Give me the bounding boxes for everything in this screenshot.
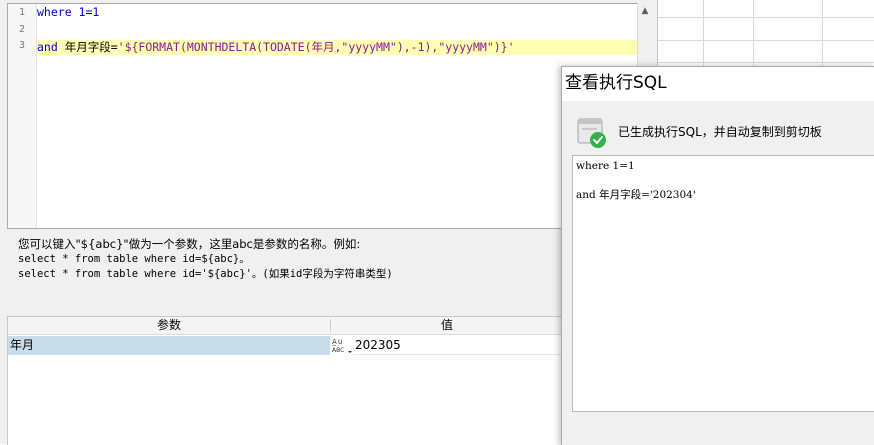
svg-text:A̲: A̲ [332,338,337,346]
code-line-3[interactable]: and 年月字段='${FORMAT(MONTHDELTA(TODATE(年月,… [37,40,515,55]
line-number-gutter: 1 2 3 [8,4,37,228]
scroll-up-arrow-icon[interactable]: ▲ [640,6,650,16]
code-string: '${FORMAT(MONTHDELTA(TODATE(年月,"yyyyMM")… [117,40,515,54]
sql-line: where 1=1 [576,160,635,172]
view-sql-dialog: 查看执行SQL 已生成执行SQL，并自动复制到剪切板 where 1=1 and… [561,66,874,445]
executed-sql-text[interactable]: where 1=1 and 年月字段='202304' [572,155,874,412]
param-value-cell[interactable]: 202305 [353,336,563,355]
parameter-hint: 您可以键入"${abc}"做为一个参数，这里abc是参数的名称。例如: sele… [18,237,578,282]
code-text: 年月字段= [57,40,118,54]
hint-example-line: select * from table where id='${abc}'。(如… [18,268,393,280]
code-line-1[interactable]: where 1=1 [37,5,99,20]
line-number: 3 [18,40,25,51]
parameter-table: 参数 值 年月 A̲ U ABC 202305 [7,316,564,445]
line-number: 1 [18,7,25,18]
keyword: and [37,40,58,54]
line-number: 2 [18,24,25,35]
success-check-icon [577,117,607,149]
dataset-dialog: 1 2 3 where 1=1 and 年月字段='${FORMAT(MONTH… [0,0,658,445]
svg-text:ABC: ABC [332,347,344,354]
hint-line: 您可以键入"${abc}"做为一个参数，这里abc是参数的名称。例如: [18,237,361,251]
dialog-title: 查看执行SQL [565,73,667,93]
sql-line: and 年月字段='202304' [576,189,696,201]
column-header-param[interactable]: 参数 [8,317,330,334]
param-name-cell[interactable]: 年月 [8,336,330,355]
sql-editor[interactable]: 1 2 3 where 1=1 and 年月字段='${FORMAT(MONTH… [7,3,638,229]
abc-type-icon[interactable]: A̲ U ABC [331,336,353,355]
keyword: where [37,5,72,19]
hint-example-line: select * from table where id=${abc}。 [18,253,250,265]
column-header-value[interactable]: 值 [331,317,563,334]
status-message: 已生成执行SQL，并自动复制到剪切板 [618,125,822,139]
svg-text:U: U [338,339,342,346]
code-text: 1=1 [71,5,100,19]
